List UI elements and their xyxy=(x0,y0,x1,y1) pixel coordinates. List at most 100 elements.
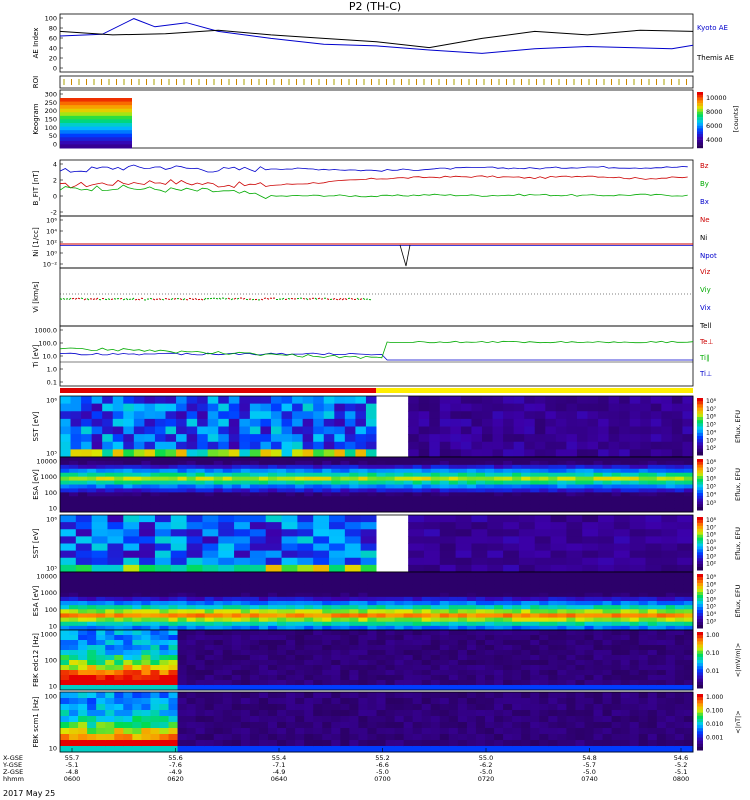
spectrogram-cell-sst_e xyxy=(170,515,188,523)
spectrogram-cell-esa_e xyxy=(448,580,459,585)
colorbar-label-sst_e: Eflux, EFU xyxy=(734,527,742,560)
spectrogram-cell-esa_i xyxy=(683,460,694,466)
spectrogram-cell-sst_e xyxy=(550,515,567,523)
spectrogram-cell-fbk_e xyxy=(367,665,377,671)
spectrogram-cell-fbk_b xyxy=(638,734,649,741)
spectrogram-cell-esa_e xyxy=(87,613,97,619)
spectrogram-cell-sst_e xyxy=(503,543,520,552)
spectrogram-cell-esa_i xyxy=(629,472,640,478)
spectrogram-cell-fbk_b xyxy=(367,734,377,741)
spectrogram-cell-esa_e xyxy=(150,605,160,610)
spectrogram-cell-esa_e xyxy=(141,613,151,619)
spectrogram-cell-esa_e xyxy=(475,601,486,606)
spectrogram-cell-esa_i xyxy=(430,496,441,501)
spectrogram-cell-sst_i xyxy=(239,396,251,405)
spectrogram-cell-sst_e xyxy=(376,543,393,552)
spectrogram-cell-fbk_e xyxy=(683,655,694,661)
spectrogram-cell-sst_i xyxy=(576,418,588,427)
spectrogram-cell-esa_e xyxy=(322,592,332,598)
spectrogram-cell-fbk_e xyxy=(620,635,631,641)
spectrogram-cell-fbk_b xyxy=(503,710,513,717)
spectrogram-cell-esa_i xyxy=(240,500,251,505)
spectrogram-cell-esa_i xyxy=(602,468,613,474)
spectrogram-cell-fbk_e xyxy=(69,650,79,656)
spectrogram-cell-esa_i xyxy=(249,476,260,482)
spectrogram-cell-esa_i xyxy=(240,480,251,485)
spectrogram-cell-esa_e xyxy=(267,596,278,602)
colorbar-cell-fbk_b xyxy=(697,706,703,711)
spectrogram-cell-esa_e xyxy=(331,588,341,594)
spectrogram-cell-fbk_e xyxy=(177,665,188,671)
spectrogram-cell-fbk_e xyxy=(231,680,242,686)
spectrogram-cell-fbk_b xyxy=(539,698,549,705)
spectrogram-cell-sst_i xyxy=(513,403,525,412)
colorbar-tick-sst_e: 10² xyxy=(706,561,717,568)
spectrogram-cell-sst_i xyxy=(323,396,335,405)
spectrogram-cell-fbk_e xyxy=(186,630,197,636)
spectrogram-cell-fbk_e xyxy=(385,665,396,671)
spectrogram-cell-esa_e xyxy=(602,592,613,598)
spectrogram-cell-sst_e xyxy=(344,564,362,573)
spectrogram-cell-fbk_b xyxy=(439,716,450,723)
spectrogram-cell-fbk_e xyxy=(512,660,522,666)
spectrogram-cell-esa_e xyxy=(602,596,613,602)
spectrogram-cell-esa_i xyxy=(665,480,676,485)
spectrogram-cell-esa_i xyxy=(249,492,260,497)
spectrogram-cell-fbk_b xyxy=(195,698,206,705)
spectrogram-cell-esa_i xyxy=(475,500,486,505)
vi-sample xyxy=(341,298,345,301)
spectrogram-cell-fbk_e xyxy=(114,655,124,661)
spectrogram-cell-sst_i xyxy=(513,411,525,420)
spectrogram-cell-esa_e xyxy=(168,601,179,606)
spectrogram-cell-sst_i xyxy=(186,441,198,450)
spectrogram-cell-esa_i xyxy=(611,496,622,501)
spectrogram-cell-fbk_e xyxy=(249,655,260,661)
spectrogram-cell-esa_i xyxy=(313,468,323,474)
spectrogram-cell-fbk_b xyxy=(150,716,160,723)
spectrogram-cell-fbk_e xyxy=(620,645,631,651)
spectrogram-cell-sst_e xyxy=(218,550,235,559)
spectrogram-cell-esa_i xyxy=(683,457,694,462)
spectrogram-cell-esa_e xyxy=(439,621,450,627)
spectrogram-cell-esa_i xyxy=(186,480,197,485)
spectrogram-cell-fbk_e xyxy=(475,670,486,676)
spectrogram-cell-esa_e xyxy=(584,617,595,623)
spectrogram-cell-fbk_e xyxy=(430,660,441,666)
spectrogram-cell-fbk_b xyxy=(376,698,387,705)
spectrogram-cell-esa_e xyxy=(376,617,387,623)
colorbar-cell-fbk_b xyxy=(697,746,703,751)
spectrogram-cell-fbk_e xyxy=(539,635,549,641)
spectrogram-cell-esa_e xyxy=(304,617,314,623)
spectrogram-cell-sst_i xyxy=(608,418,620,427)
spectrogram-cell-fbk_e xyxy=(222,670,233,676)
spectrogram-cell-esa_e xyxy=(448,609,459,614)
spectrogram-cell-esa_e xyxy=(87,576,97,581)
spectrogram-cell-esa_i xyxy=(412,492,423,497)
spectrogram-cell-fbk_b xyxy=(60,746,70,753)
spectrogram-cell-esa_i xyxy=(240,464,251,470)
spectrogram-cell-fbk_b xyxy=(69,698,79,705)
spectrogram-cell-fbk_b xyxy=(557,734,567,741)
spectrogram-cell-esa_e xyxy=(466,584,477,590)
spectrogram-cell-esa_i xyxy=(521,492,531,497)
series-line-bx xyxy=(59,164,688,173)
spectrogram-cell-esa_e xyxy=(277,605,287,610)
spectrogram-cell-fbk_b xyxy=(258,704,269,711)
spectrogram-cell-sst_i xyxy=(387,426,399,435)
spectrogram-cell-esa_i xyxy=(539,460,549,466)
spectrogram-cell-esa_i xyxy=(584,460,595,466)
spectrogram-cell-fbk_e xyxy=(566,680,576,686)
spectrogram-cell-fbk_b xyxy=(331,734,341,741)
spectrogram-cell-sst_i xyxy=(629,434,641,443)
spectrogram-cell-sst_i xyxy=(545,411,557,420)
spectrogram-cell-fbk_b xyxy=(421,734,432,741)
spectrogram-cell-fbk_b xyxy=(466,728,477,735)
spectrogram-cell-fbk_b xyxy=(286,734,296,741)
spectrogram-cell-esa_e xyxy=(358,605,368,610)
spectrogram-cell-fbk_e xyxy=(267,665,278,671)
spectrogram-cell-fbk_e xyxy=(620,675,631,681)
spectrogram-cell-esa_e xyxy=(258,613,269,619)
panel-frame-ae xyxy=(59,13,694,73)
spectrogram-cell-sst_e xyxy=(186,550,203,559)
spectrogram-cell-sst_i xyxy=(176,449,188,458)
